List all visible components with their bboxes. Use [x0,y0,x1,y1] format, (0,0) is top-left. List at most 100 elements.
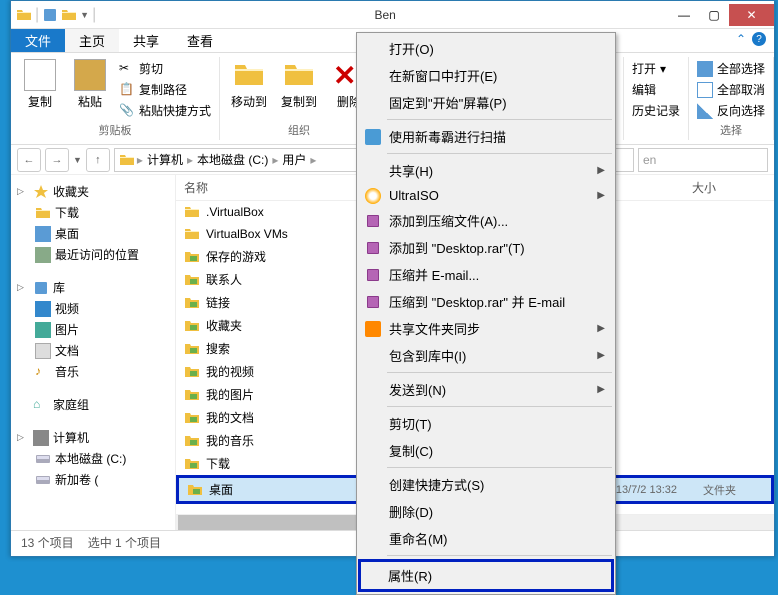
qat-icon[interactable] [42,7,58,23]
menu-label: 包含到库中(I) [389,346,466,365]
pasteshortcut-button[interactable]: 📎粘贴快捷方式 [117,101,213,120]
menu-item[interactable]: 复制(C) [359,437,613,464]
copyto-button[interactable]: 复制到 [276,59,322,110]
tab-file[interactable]: 文件 [11,29,65,52]
menu-separator [387,467,612,468]
qat-folder-icon[interactable] [61,7,77,23]
moveto-button[interactable]: 移动到 [226,59,272,110]
tree-desktop[interactable]: 桌面 [11,223,175,244]
status-items: 13 个项目 [21,534,74,551]
help-icon[interactable]: ? [752,32,766,46]
shield-icon [365,129,381,145]
menu-item[interactable]: 发送到(N)▶ [359,376,613,403]
tab-view[interactable]: 查看 [173,29,227,52]
minimize-button[interactable]: — [669,4,699,26]
folder-icon [184,272,200,288]
search-input[interactable]: en [638,148,768,172]
menu-label: 共享(H) [389,161,433,180]
maximize-button[interactable]: ▢ [699,4,729,26]
forward-button[interactable]: → [45,148,69,172]
path-icon: 📋 [119,82,135,98]
nav-tree[interactable]: ▷收藏夹 下载 桌面 最近访问的位置 ▷库 视频 图片 文档 ♪音乐 ⌂家庭组 … [11,175,176,530]
menu-item[interactable]: 固定到"开始"屏幕(P) [359,89,613,116]
titlebar: | ▼ | Ben — ▢ ✕ [11,1,774,29]
folder-icon [16,7,32,23]
menu-item[interactable]: 创建快捷方式(S) [359,471,613,498]
open-button[interactable]: 打开 ▾ [630,59,682,78]
recent-dropdown-icon[interactable]: ▼ [73,155,82,165]
tree-videos[interactable]: 视频 [11,298,175,319]
menu-label: 复制(C) [389,441,433,460]
menu-item[interactable]: 在新窗口中打开(E) [359,62,613,89]
tab-home[interactable]: 主页 [65,29,119,52]
copy-button[interactable]: 复制 [17,59,63,110]
menu-item[interactable]: 使用新毒霸进行扫描 [359,123,613,150]
tree-computer[interactable]: ▷计算机 [11,427,175,448]
selectall-button[interactable]: 全部选择 [695,59,767,78]
context-menu[interactable]: 打开(O)在新窗口中打开(E)固定到"开始"屏幕(P)使用新毒霸进行扫描共享(H… [356,32,616,595]
file-name: .VirtualBox [206,205,264,219]
menu-item[interactable]: 添加到 "Desktop.rar"(T) [359,234,613,261]
file-name: 我的视频 [206,363,254,380]
menu-label: 发送到(N) [389,380,446,399]
history-button[interactable]: 历史记录 [630,101,682,120]
tree-homegroup[interactable]: ⌂家庭组 [11,394,175,415]
back-button[interactable]: ← [17,148,41,172]
col-size[interactable]: 大小 [692,179,766,196]
file-name: VirtualBox VMs [206,227,288,241]
tree-localdisk[interactable]: 本地磁盘 (C:) [11,448,175,469]
group-label: 选择 [720,120,742,140]
cut-button[interactable]: ✂剪切 [117,59,213,78]
qat-dropdown-icon[interactable]: ▼ [80,10,89,20]
menu-item[interactable]: 包含到库中(I)▶ [359,342,613,369]
file-name: 联系人 [206,271,242,288]
tree-downloads[interactable]: 下载 [11,202,175,223]
shortcut-icon: 📎 [119,103,135,119]
tree-documents[interactable]: 文档 [11,340,175,361]
menu-item[interactable]: 添加到压缩文件(A)... [359,207,613,234]
file-type: 文件夹 [703,482,763,498]
file-name: 桌面 [209,481,233,498]
tree-recent[interactable]: 最近访问的位置 [11,244,175,265]
menu-label: 固定到"开始"屏幕(P) [389,93,507,112]
group-label: 剪贴板 [99,120,132,140]
copypath-button[interactable]: 📋复制路径 [117,80,213,99]
invert-button[interactable]: 反向选择 [695,101,767,120]
menu-item[interactable]: 打开(O) [359,35,613,62]
disc-icon [365,188,381,204]
paste-button[interactable]: 粘贴 [67,59,113,110]
file-name: 搜索 [206,340,230,357]
ribbon-collapse-icon[interactable]: ⌃ [736,32,746,46]
tree-libraries[interactable]: ▷库 [11,277,175,298]
folder-icon [184,341,200,357]
menu-item[interactable]: 共享文件夹同步▶ [359,315,613,342]
edit-button[interactable]: 编辑 [630,80,682,99]
submenu-arrow-icon: ▶ [597,165,605,176]
menu-item[interactable]: 共享(H) ▶ [359,157,613,184]
tab-share[interactable]: 共享 [119,29,173,52]
folder-icon [184,387,200,403]
menu-label: 使用新毒霸进行扫描 [389,127,506,146]
tree-favorites[interactable]: ▷收藏夹 [11,181,175,202]
folder-icon [119,152,135,168]
menu-separator [387,555,612,556]
tree-music[interactable]: ♪音乐 [11,361,175,382]
menu-item[interactable]: 删除(D) [359,498,613,525]
close-button[interactable]: ✕ [729,4,774,26]
selectnone-button[interactable]: 全部取消 [695,80,767,99]
selectnone-icon [697,82,713,98]
menu-item[interactable]: 压缩到 "Desktop.rar" 并 E-mail [359,288,613,315]
menu-item[interactable]: 压缩并 E-mail... [359,261,613,288]
menu-item[interactable]: UltraISO▶ [359,184,613,207]
file-name: 我的文档 [206,409,254,426]
folder-icon [184,410,200,426]
menu-item[interactable]: 重命名(M) [359,525,613,552]
tree-pictures[interactable]: 图片 [11,319,175,340]
menu-label: 创建快捷方式(S) [389,475,484,494]
up-button[interactable]: ↑ [86,148,110,172]
menu-item[interactable]: 剪切(T) [359,410,613,437]
file-name: 下载 [206,455,230,472]
tree-newvol[interactable]: 新加卷 ( [11,469,175,490]
folder-icon [184,318,200,334]
menu-item[interactable]: 属性(R) [358,559,614,592]
